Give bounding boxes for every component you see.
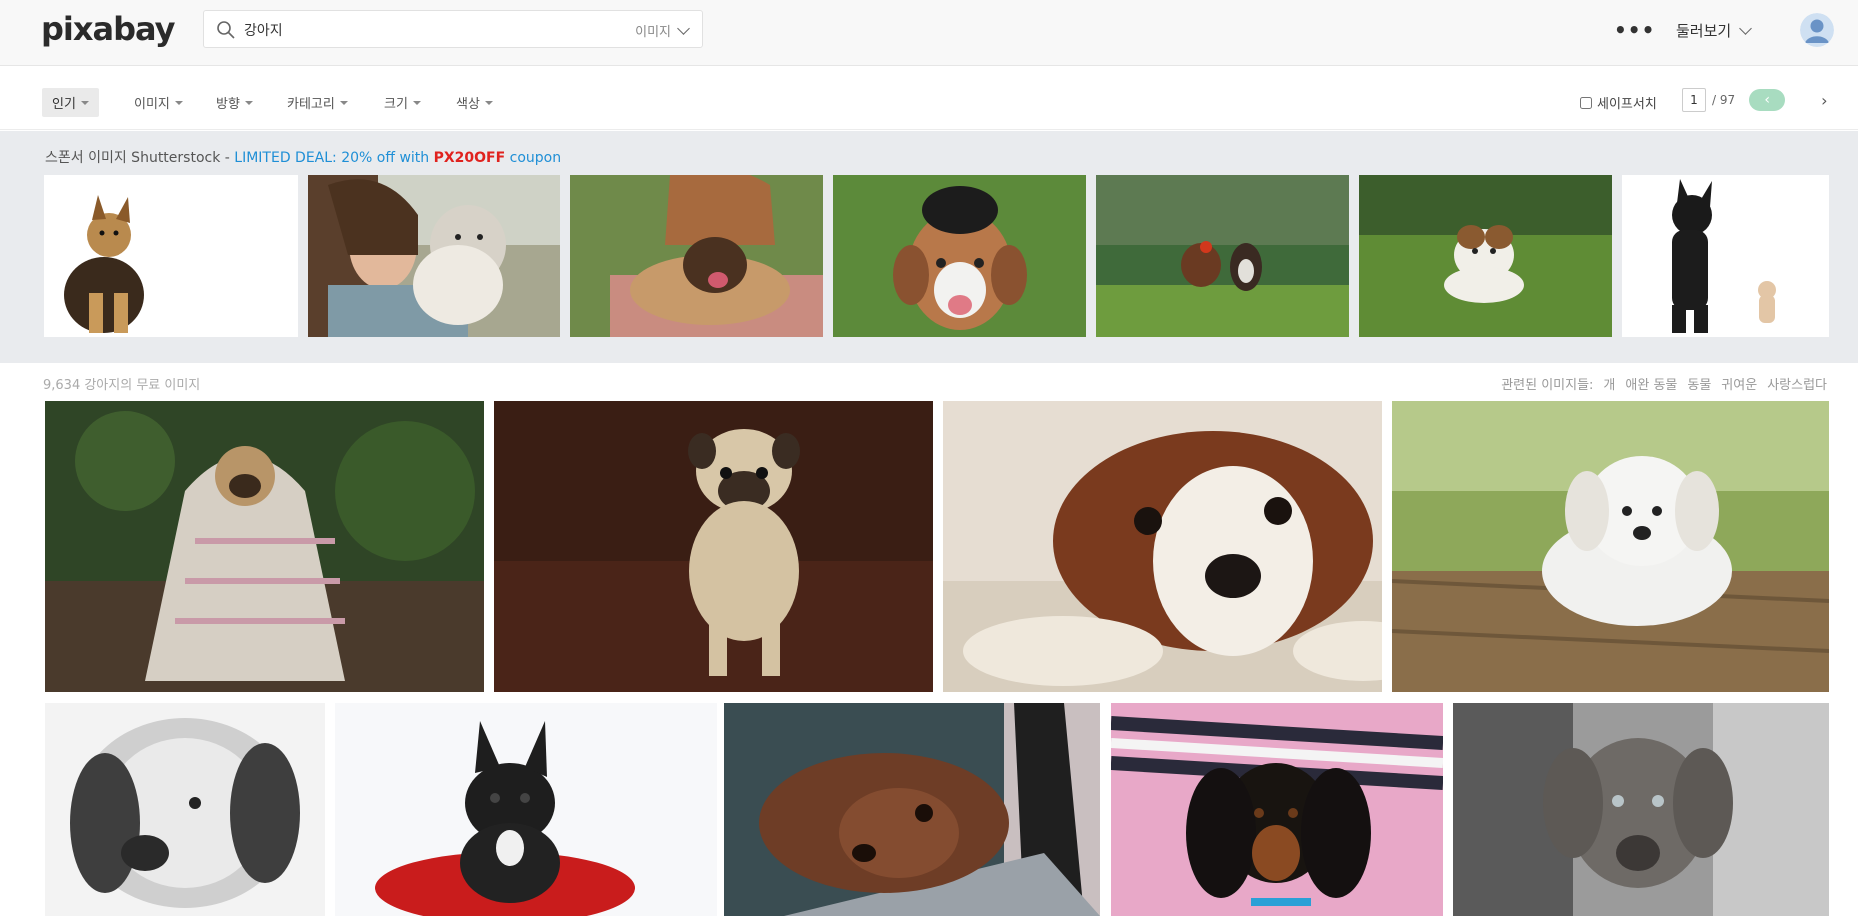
search-input[interactable] — [244, 19, 604, 41]
caret-down-icon — [80, 100, 89, 105]
result-image-dog-sketch[interactable] — [45, 703, 325, 916]
search-icon — [217, 21, 235, 39]
sponsored-image-woman-dog[interactable] — [308, 175, 560, 337]
result-image-white-puppy[interactable] — [1392, 401, 1829, 692]
related-tag[interactable]: 애완 동물 — [1625, 374, 1677, 393]
result-image-dachshund-puppy[interactable] — [1111, 703, 1443, 916]
results-count: 9,634 강아지의 무료 이미지 — [43, 378, 201, 393]
sponsored-section: 스폰서 이미지 Shutterstock - LIMITED DEAL: 20%… — [0, 131, 1858, 363]
sponsor-suffix: coupon — [505, 150, 562, 166]
next-page-button[interactable]: › — [1821, 91, 1827, 110]
related-tag[interactable]: 동물 — [1687, 374, 1711, 393]
filter-orientation[interactable]: 방향 — [206, 88, 263, 117]
pagination: 1 / 97 ‹ › — [1682, 88, 1828, 112]
result-image-french-bulldog-pillow[interactable] — [335, 703, 717, 916]
chevron-down-icon — [677, 21, 690, 35]
safesearch-checkbox[interactable] — [1580, 96, 1592, 109]
result-image-cavalier[interactable] — [943, 401, 1382, 692]
page-total: / 97 — [1712, 93, 1736, 107]
caret-down-icon — [244, 100, 253, 105]
result-image-pug-blanket[interactable] — [45, 401, 484, 692]
sponsor-code: PX20OFF — [433, 150, 506, 166]
filter-label: 크기 — [384, 97, 408, 112]
caret-down-icon — [174, 100, 183, 105]
filter-label: 카테고리 — [287, 97, 335, 112]
top-header: pixabay 이미지 ••• 둘러보기 — [0, 0, 1858, 66]
sponsored-image-dogs-running[interactable] — [1096, 175, 1349, 337]
filter-label: 인기 — [52, 97, 76, 112]
filter-popular[interactable]: 인기 — [42, 88, 99, 117]
related-tag[interactable]: 귀여운 — [1721, 374, 1757, 393]
sponsored-image-woman-pug[interactable] — [570, 175, 823, 337]
related-tag[interactable]: 사랑스럽다 — [1767, 374, 1827, 393]
result-image-weimaraner[interactable] — [1453, 703, 1829, 916]
pixabay-logo[interactable]: pixabay — [41, 10, 175, 48]
filter-category[interactable]: 카테고리 — [277, 88, 358, 117]
caret-down-icon — [412, 100, 421, 105]
filter-bar: 인기 이미지 방향 카테고리 크기 색상 세이프서치 1 / 97 ‹ › — [0, 66, 1858, 130]
chevron-down-icon — [1739, 21, 1753, 35]
related-label: 관련된 이미지들: — [1501, 378, 1594, 393]
related-tag[interactable]: 개 — [1603, 374, 1615, 393]
explore-label: 둘러보기 — [1676, 22, 1732, 40]
more-menu-button[interactable]: ••• — [1614, 18, 1655, 42]
safesearch-toggle[interactable]: 세이프서치 — [1580, 93, 1657, 112]
filter-size[interactable]: 크기 — [374, 88, 431, 117]
safesearch-label: 세이프서치 — [1597, 97, 1657, 112]
prev-page-button[interactable]: ‹ — [1749, 89, 1786, 111]
filter-label: 방향 — [216, 97, 240, 112]
filter-image-type[interactable]: 이미지 — [124, 88, 193, 117]
sponsored-image-yorkie[interactable] — [44, 175, 298, 337]
sponsored-image-jack-russell[interactable] — [1359, 175, 1612, 337]
search-type-label: 이미지 — [635, 25, 671, 40]
explore-menu-button[interactable]: 둘러보기 — [1676, 20, 1753, 41]
filter-label: 색상 — [456, 97, 480, 112]
filter-color[interactable]: 색상 — [446, 88, 503, 117]
caret-down-icon — [484, 100, 493, 105]
caret-down-icon — [339, 100, 348, 105]
sponsored-image-black-dog-chihuahua[interactable] — [1622, 175, 1829, 337]
sponsor-banner-text[interactable]: 스폰서 이미지 Shutterstock - LIMITED DEAL: 20%… — [45, 147, 561, 167]
search-type-dropdown[interactable]: 이미지 — [635, 21, 690, 40]
search-bar[interactable]: 이미지 — [203, 10, 703, 48]
sponsor-prefix: 스폰서 이미지 Shutterstock - — [45, 150, 235, 166]
result-image-pug-floor[interactable] — [494, 401, 933, 692]
filter-label: 이미지 — [134, 97, 170, 112]
sponsor-deal: LIMITED DEAL: 20% off with — [234, 150, 434, 166]
related-tags: 관련된 이미지들: 개 애완 동물 동물 귀여운 사랑스럽다 — [1501, 374, 1827, 393]
result-image-dog-laptop[interactable] — [724, 703, 1100, 916]
user-avatar-icon[interactable] — [1800, 13, 1834, 47]
page-number-input[interactable]: 1 — [1682, 88, 1706, 112]
sponsored-image-beagle[interactable] — [833, 175, 1086, 337]
